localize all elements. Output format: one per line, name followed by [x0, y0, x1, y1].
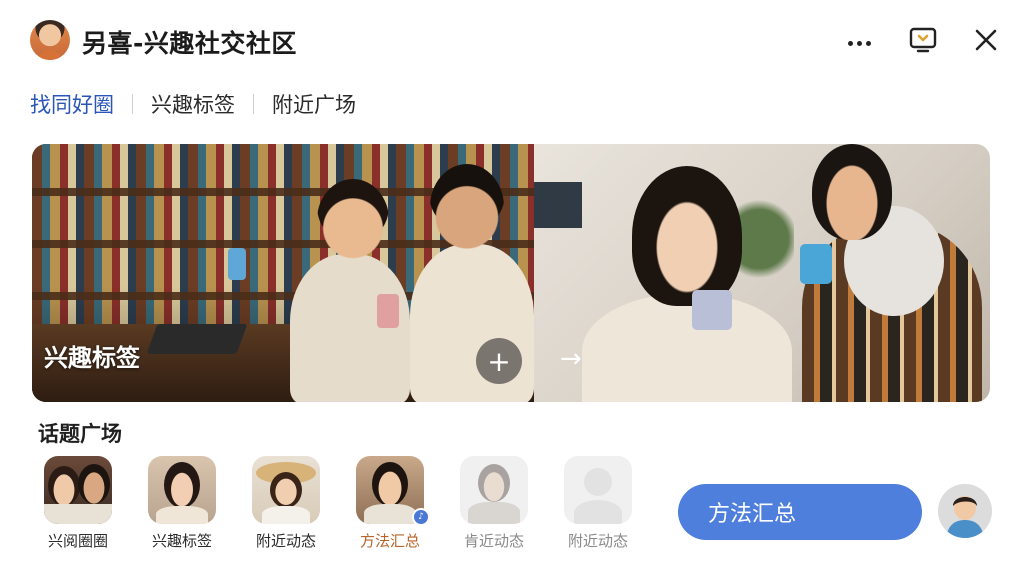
hero-label: 兴趣标签 — [44, 344, 140, 372]
topic-thumbnail — [564, 456, 632, 524]
person-body — [410, 244, 534, 402]
phone — [377, 294, 399, 328]
topic-list: 兴阅圈圈 兴趣标签 附近动态 ♪ 方法汇总 肯近动态 附近动态 — [40, 456, 640, 556]
screen-icon — [909, 27, 937, 53]
music-note-icon: ♪ — [412, 508, 430, 526]
topic-thumbnail — [148, 456, 216, 524]
laptop — [146, 324, 248, 354]
section-title-topics: 话题广场 — [38, 422, 122, 446]
topic-label: 附近动态 — [567, 532, 628, 550]
topic-thumbnail — [44, 456, 112, 524]
tab-nearby-square[interactable]: 附近广场 — [272, 89, 356, 119]
more-icon — [846, 31, 873, 50]
app-title: 另喜-兴趣社交社区 — [82, 29, 297, 58]
topic-label: 肯近动态 — [463, 532, 524, 550]
phone — [228, 248, 246, 280]
person-head — [812, 144, 892, 240]
person-head — [430, 164, 504, 250]
screen-button[interactable] — [905, 22, 941, 58]
hero-image-couple — [534, 144, 990, 402]
tab-divider — [132, 94, 133, 114]
person-head — [632, 166, 742, 306]
close-icon — [975, 29, 997, 51]
topic-thumbnail — [460, 456, 528, 524]
topic-label: 附近动态 — [255, 532, 316, 550]
phone — [800, 244, 832, 284]
topic-label: 兴阅圈圈 — [47, 532, 108, 550]
avatar[interactable] — [938, 484, 992, 538]
topic-thumbnail — [252, 456, 320, 524]
user-avatar-illustration — [938, 484, 992, 538]
topic-label: 兴趣标签 — [151, 532, 212, 550]
plus-icon[interactable]: + — [476, 338, 522, 384]
person-head — [317, 179, 389, 261]
arrow-right-icon[interactable]: → — [560, 344, 582, 374]
phone — [692, 290, 732, 330]
nav-tabs: 找同好圈 兴趣标签 附近广场 — [30, 88, 356, 120]
more-button[interactable] — [841, 22, 877, 58]
app-avatar[interactable] — [30, 20, 70, 60]
topic-label: 方法汇总 — [359, 532, 420, 550]
wall-frame — [534, 182, 582, 228]
tab-divider — [253, 94, 254, 114]
tab-find-friends[interactable]: 找同好圈 — [30, 89, 114, 119]
close-button[interactable] — [968, 22, 1004, 58]
person-body — [290, 254, 410, 402]
app-header: 另喜-兴趣社交社区 — [0, 0, 1024, 80]
tab-interest-tags[interactable]: 兴趣标签 — [151, 89, 235, 119]
person-body — [582, 294, 792, 402]
cta-button[interactable]: 方法汇总 — [678, 484, 922, 540]
